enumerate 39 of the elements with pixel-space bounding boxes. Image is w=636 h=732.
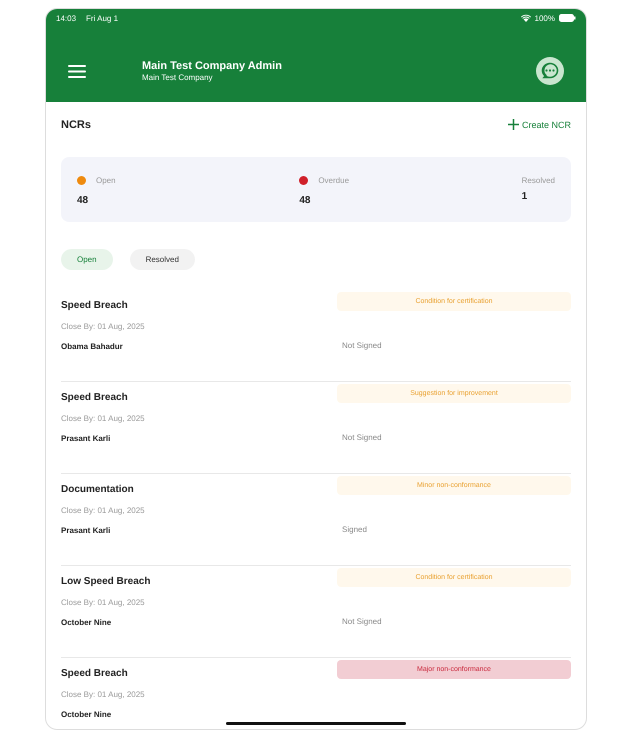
signature-status: Signed xyxy=(342,525,368,534)
close-by-date: Close By: 01 Aug, 2025 xyxy=(61,414,146,423)
stat-value: 48 xyxy=(299,195,312,206)
close-by-date: Close By: 01 Aug, 2025 xyxy=(61,506,146,515)
page-title: NCRs xyxy=(61,118,91,130)
ncr-title: Speed Breach xyxy=(61,668,129,679)
signature-status: Not Signed xyxy=(342,341,383,350)
filter-tab[interactable]: Resolved xyxy=(130,249,195,270)
ncr-title: Documentation xyxy=(61,484,135,495)
stat-label: Overdue xyxy=(318,176,350,184)
stat-label: Open xyxy=(96,176,116,184)
filter-tab[interactable]: Open xyxy=(61,249,113,270)
signature-status: Not Signed xyxy=(342,617,383,626)
ncr-title: Speed Breach xyxy=(61,300,129,311)
battery-percent: 100% xyxy=(534,14,555,22)
battery-icon xyxy=(559,14,576,22)
stat-value: 1 xyxy=(522,191,528,202)
chat-icon[interactable] xyxy=(536,57,564,85)
status-time: 14:03 xyxy=(56,14,76,22)
close-by-date: Close By: 01 Aug, 2025 xyxy=(61,690,146,699)
assignee-name: Prasant Karli xyxy=(61,434,112,443)
close-by-date: Close By: 01 Aug, 2025 xyxy=(61,598,146,607)
ncr-title: Speed Breach xyxy=(61,392,129,403)
stat-value: 48 xyxy=(77,195,90,206)
create-ncr-link[interactable]: Create NCR xyxy=(508,119,571,130)
close-by-date: Close By: 01 Aug, 2025 xyxy=(61,322,146,331)
assignee-name: Prasant Karli xyxy=(61,526,112,535)
assignee-name: Obama Bahadur xyxy=(61,342,124,351)
assignee-name: October Nine xyxy=(61,710,112,719)
assignee-name: October Nine xyxy=(61,618,112,627)
wifi-icon xyxy=(520,14,531,22)
status-date: Fri Aug 1 xyxy=(86,14,118,22)
signature-status: Not Signed xyxy=(342,433,383,442)
menu-icon[interactable] xyxy=(68,64,86,78)
plus-icon xyxy=(508,119,519,130)
stat-label: Resolved xyxy=(522,176,556,184)
company-title: Main Test Company Admin xyxy=(142,60,283,72)
company-subtitle: Main Test Company xyxy=(142,73,214,82)
ncr-title: Low Speed Breach xyxy=(61,576,152,587)
